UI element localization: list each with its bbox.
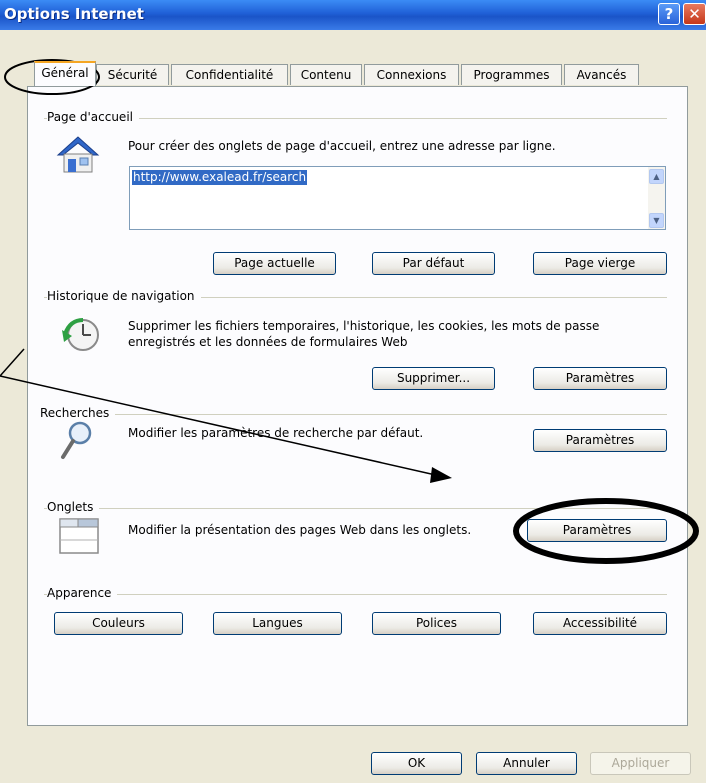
cancel-button[interactable]: Annuler — [476, 752, 577, 775]
tab-privacy[interactable]: Confidentialité — [171, 64, 288, 85]
ok-button[interactable]: OK — [371, 752, 462, 775]
group-divider — [44, 414, 667, 415]
tab-connections[interactable]: Connexions — [364, 64, 459, 85]
tab-content[interactable]: Contenu — [290, 64, 362, 85]
default-page-button[interactable]: Par défaut — [372, 252, 495, 275]
languages-button[interactable]: Langues — [213, 612, 342, 635]
tabs-description: Modifier la présentation des pages Web d… — [128, 523, 472, 537]
current-page-button[interactable]: Page actuelle — [213, 252, 336, 275]
appearance-group-label: Apparence — [47, 586, 118, 600]
colors-button[interactable]: Couleurs — [54, 612, 183, 635]
group-divider — [44, 508, 667, 509]
scroll-up-icon[interactable]: ▲ — [649, 169, 664, 184]
home-url-textarea[interactable]: http://www.exalead.fr/search ▲ ▼ — [129, 166, 666, 230]
home-group-label: Page d'accueil — [47, 110, 139, 124]
tab-advanced[interactable]: Avancés — [564, 64, 639, 85]
history-icon — [62, 318, 99, 351]
close-icon[interactable]: ✕ — [683, 3, 706, 25]
tabs-group-label: Onglets — [47, 500, 100, 514]
help-icon[interactable]: ? — [658, 3, 680, 25]
tabs-window-icon — [59, 518, 99, 554]
search-magnifier-icon — [61, 421, 92, 459]
window-title: Options Internet — [4, 5, 144, 23]
group-divider — [44, 594, 667, 595]
apply-button[interactable]: Appliquer — [590, 752, 691, 775]
accessibility-button[interactable]: Accessibilité — [533, 612, 667, 635]
history-description-line1: Supprimer les fichiers temporaires, l'hi… — [128, 319, 600, 333]
search-settings-button[interactable]: Paramètres — [533, 429, 667, 452]
tab-general[interactable]: Général — [34, 61, 96, 86]
tab-security[interactable]: Sécurité — [96, 64, 169, 85]
delete-history-button[interactable]: Supprimer... — [372, 367, 495, 390]
home-url-scrollbar[interactable]: ▲ ▼ — [648, 167, 665, 229]
home-icon — [56, 136, 100, 173]
tabs-settings-button[interactable]: Paramètres — [527, 519, 667, 542]
tab-programs[interactable]: Programmes — [461, 64, 562, 85]
history-settings-button[interactable]: Paramètres — [533, 367, 667, 390]
home-description: Pour créer des onglets de page d'accueil… — [128, 139, 556, 153]
history-description-line2: enregistrés et les données de formulaire… — [128, 335, 408, 349]
scroll-down-icon[interactable]: ▼ — [649, 213, 664, 228]
title-bar: Options Internet ? ✕ — [0, 0, 706, 30]
home-url-value: http://www.exalead.fr/search — [132, 170, 308, 185]
blank-page-button[interactable]: Page vierge — [533, 252, 667, 275]
search-description: Modifier les paramètres de recherche par… — [128, 426, 424, 440]
search-group-label: Recherches — [40, 406, 116, 420]
history-group-label: Historique de navigation — [47, 289, 201, 303]
fonts-button[interactable]: Polices — [372, 612, 501, 635]
